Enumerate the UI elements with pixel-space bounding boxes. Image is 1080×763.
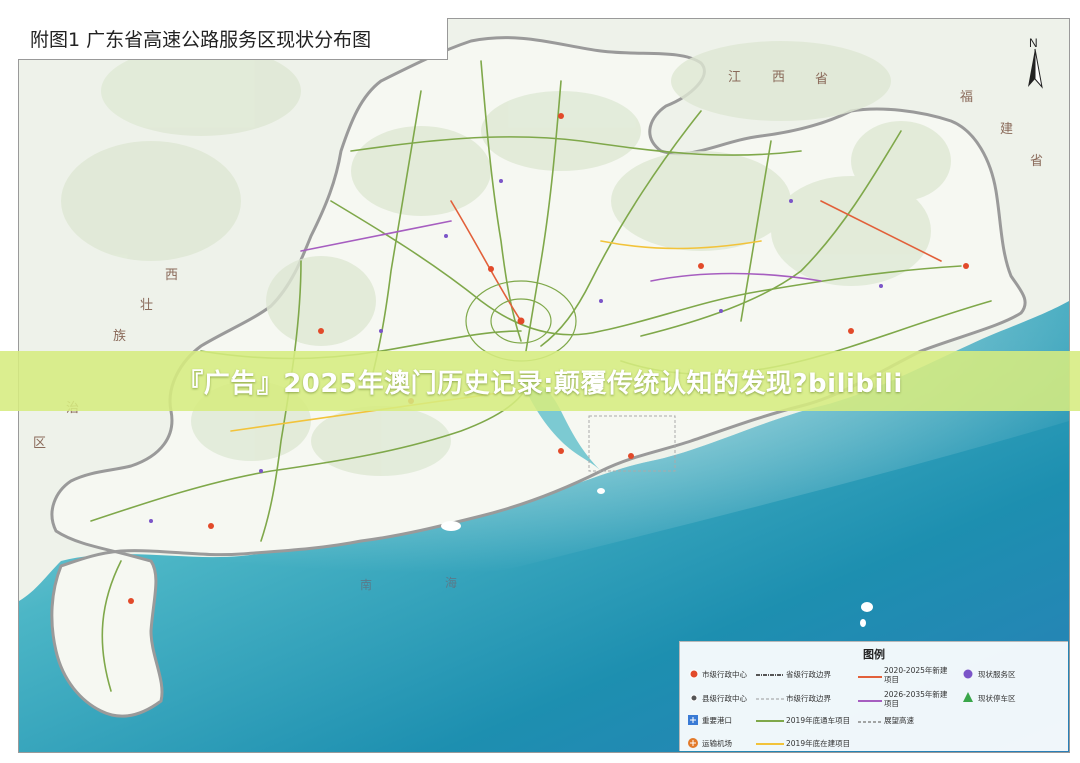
planned-symbol: [858, 721, 882, 723]
map-legend: 图例 市级行政中心 县级行政中心 重要港口 运输机场 省级行政边界 市级行政边界…: [679, 641, 1068, 751]
new-2026-2035-symbol: [858, 700, 882, 702]
airport-icon: [688, 738, 698, 748]
legend-prov-boundary: 省级行政边界: [786, 670, 831, 679]
parking-area-icon: [963, 692, 973, 702]
legend-airport: 运输机场: [702, 739, 732, 748]
region-label-fujian-2: 建: [1000, 122, 1014, 137]
sea-label-1: 南: [360, 578, 373, 592]
region-label-fujian-3: 省: [1030, 154, 1044, 169]
region-label-guangxi-2: 壮: [140, 298, 154, 313]
region-label-guangxi-1: 西: [165, 268, 179, 283]
region-label-jiangxi-2: 西: [772, 70, 786, 85]
port-icon: [688, 715, 698, 725]
region-label-guangxi-3: 族: [113, 329, 127, 344]
map-canvas: 附图1 广东省高速公路服务区现状分布图 N 江 西 省 福 建 省 西 壮 族 …: [0, 0, 1080, 763]
legend-new-2020-2025: 2020-2025年新建项目: [884, 666, 948, 684]
legend-title: 图例: [863, 648, 885, 661]
map-title: 附图1 广东省高速公路服务区现状分布图: [18, 18, 448, 60]
building-2019-symbol: [756, 743, 784, 745]
legend-county-center: 县级行政中心: [702, 694, 747, 703]
north-label: N: [1029, 36, 1038, 50]
sea-label-2: 海: [445, 576, 458, 590]
legend-service-area: 现状服务区: [978, 670, 1016, 679]
region-label-fujian-1: 福: [960, 90, 974, 105]
region-label-jiangxi-3: 省: [815, 72, 829, 87]
ad-banner[interactable]: 『广告』2025年澳门历史记录:颠覆传统认知的发现?bilibili: [0, 351, 1080, 411]
region-label-jiangxi-1: 江: [728, 70, 742, 85]
service-area-icon: [963, 669, 973, 679]
legend-port: 重要港口: [702, 716, 732, 725]
region-label-guangxi-5: 区: [33, 436, 47, 451]
built-2019-symbol: [756, 720, 784, 722]
county-center-icon: [690, 694, 698, 702]
prov-boundary-symbol: [756, 674, 784, 676]
legend-city-center: 市级行政中心: [702, 670, 747, 679]
legend-city-boundary: 市级行政边界: [786, 694, 831, 703]
legend-planned: 展望高速: [884, 716, 914, 725]
legend-new-2026-2035: 2026-2035年新建项目: [884, 690, 948, 708]
legend-building-2019: 2019年底在建项目: [786, 739, 851, 748]
new-2020-2025-symbol: [858, 676, 882, 678]
ad-banner-text[interactable]: 『广告』2025年澳门历史记录:颠覆传统认知的发现?bilibili: [177, 363, 903, 400]
legend-built-2019: 2019年底通车项目: [786, 716, 851, 725]
city-boundary-symbol: [756, 698, 784, 700]
city-center-icon: [689, 669, 699, 679]
legend-parking-area: 现状停车区: [978, 694, 1016, 703]
